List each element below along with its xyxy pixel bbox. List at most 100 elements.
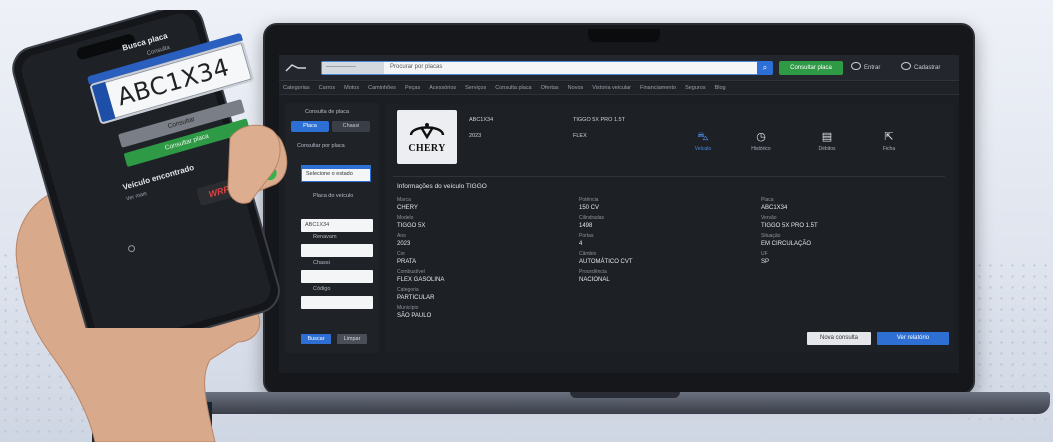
field-value: 4 — [579, 241, 583, 247]
brand-name: CHERY — [408, 142, 446, 154]
car-icon: ⛍ — [697, 131, 709, 143]
action-debts[interactable]: ▤ Débitos — [807, 131, 847, 152]
register-link[interactable]: Cadastrar — [901, 61, 940, 75]
section-divider — [393, 176, 945, 177]
field-value: 2023 — [397, 241, 411, 247]
laptop-screen: ─────── Procurar por placas ⌕ Consultar … — [279, 55, 959, 373]
top-bar: ─────── Procurar por placas ⌕ Consultar … — [279, 55, 959, 81]
detail-field: Portas 4 — [579, 233, 749, 251]
field-value: TIGGO 5X — [397, 223, 426, 229]
user-plus-icon — [901, 62, 911, 70]
search-category[interactable]: ─────── — [322, 62, 384, 74]
detail-field: Placa ABC1X34 — [761, 197, 931, 215]
detail-field: Combustível FLEX GASOLINA — [397, 269, 567, 287]
thumb — [227, 124, 281, 204]
detail-field: Marca CHERY — [397, 197, 567, 215]
laptop-base-notch — [570, 392, 680, 398]
new-search-button[interactable]: Nova consulta — [807, 332, 871, 345]
field-value: 150 CV — [579, 205, 600, 211]
nav-item[interactable]: Blog — [715, 85, 726, 91]
field-label: Procedência — [579, 269, 607, 275]
field-label: Ano — [397, 233, 406, 239]
view-report-button[interactable]: Ver relatório — [877, 332, 949, 345]
detail-field: Modelo TIGGO 5X — [397, 215, 567, 233]
settings-icon[interactable] — [127, 244, 136, 253]
nav-item[interactable]: Motos — [344, 85, 359, 91]
info-fuel: FLEX — [573, 133, 587, 139]
detail-field: UF SP — [761, 251, 931, 269]
field-label: Município — [397, 305, 419, 311]
field-value: PARTICULAR — [397, 295, 435, 301]
info-year: 2023 — [469, 133, 482, 139]
vehicle-detail: CHERY ABC1X34 2023 TIGGO 5X PRO 1.5T FLE… — [385, 103, 953, 353]
field-value: EM CIRCULAÇÃO — [761, 241, 812, 247]
camera-notch — [588, 29, 660, 42]
details-column-2: Potência 150 CV Cilindradas 1498 Portas 4 C… — [579, 197, 749, 287]
nav-item[interactable]: Consulta placa — [495, 85, 531, 91]
register-label: Cadastrar — [914, 65, 941, 71]
user-icon — [851, 62, 861, 70]
nav-item[interactable]: Peças — [405, 85, 420, 91]
tab-chassis[interactable]: Chassi — [332, 121, 370, 132]
action-history[interactable]: ◷ Histórico — [741, 131, 781, 152]
document-icon: ▤ — [821, 131, 833, 143]
detail-field: Categoria PARTICULAR — [397, 287, 567, 305]
action-label: Veículo — [694, 146, 712, 152]
login-label: Entrar — [864, 65, 881, 71]
details-column-3: Placa ABC1X34 Versão TIGGO 5X PRO 1.5T Sit… — [761, 197, 931, 269]
clear-button[interactable]: Limpar — [337, 334, 367, 344]
field-value: 1498 — [579, 223, 593, 229]
nav-item[interactable]: Vistoria veicular — [592, 85, 631, 91]
detail-field: Câmbio AUTOMÁTICO CVT — [579, 251, 749, 269]
search-placeholder: Procurar por placas — [390, 64, 443, 70]
nav-item[interactable]: Caminhões — [368, 85, 396, 91]
action-vehicle[interactable]: ⛍ Veículo — [683, 131, 723, 152]
detail-field: Potência 150 CV — [579, 197, 749, 215]
nav-item[interactable]: Financiamento — [640, 85, 676, 91]
action-report[interactable]: ⇱ Ficha — [869, 131, 909, 152]
field-label: Câmbio — [579, 251, 597, 257]
field-value: NACIONAL — [579, 277, 610, 283]
nav-item[interactable]: Acessórios — [429, 85, 456, 91]
field-label: Placa — [761, 197, 774, 203]
field-label: Cor — [397, 251, 406, 257]
detail-field: Município SÃO PAULO — [397, 305, 567, 323]
field-label: Portas — [579, 233, 594, 239]
detail-field: Cilindradas 1498 — [579, 215, 749, 233]
nav-item[interactable]: Serviços — [465, 85, 486, 91]
field-label: Categoria — [397, 287, 419, 293]
clock-icon: ◷ — [756, 131, 766, 143]
detail-field: Versão TIGGO 5X PRO 1.5T — [761, 215, 931, 233]
details-column-1: Marca CHERY Modelo TIGGO 5X Ano 2023 Cor PRA… — [397, 197, 567, 323]
category-nav: Categorias Carros Motos Caminhões Peças … — [279, 82, 959, 95]
search-input[interactable]: ─────── Procurar por placas — [321, 61, 759, 75]
action-label: Débitos — [818, 146, 836, 152]
nav-item[interactable]: Novos — [568, 85, 584, 91]
nav-item[interactable]: Seguros — [685, 85, 706, 91]
plate-number: ABC1X34 — [114, 52, 233, 112]
field-label: Cilindradas — [579, 215, 605, 221]
brand-logo: CHERY — [397, 110, 457, 164]
phone-result-caption: Veículo encontrado — [121, 162, 196, 192]
nav-item[interactable]: Ofertas — [541, 85, 559, 91]
action-label: Ficha — [882, 146, 896, 152]
login-link[interactable]: Entrar — [851, 61, 880, 75]
phone-result-subcaption[interactable]: Ver mais — [126, 191, 148, 203]
detail-field: Procedência NACIONAL — [579, 269, 749, 287]
field-label: Versão — [761, 215, 777, 221]
field-label: Marca — [397, 197, 411, 203]
field-label: Modelo — [397, 215, 414, 221]
nav-item[interactable]: Carros — [319, 85, 336, 91]
field-value: AUTOMÁTICO CVT — [579, 259, 633, 265]
field-label: Potência — [579, 197, 599, 203]
share-icon: ⇱ — [884, 131, 894, 143]
search-button[interactable]: ⌕ — [757, 61, 773, 75]
detail-field: Situação EM CIRCULAÇÃO — [761, 233, 931, 251]
field-value: CHERY — [397, 205, 418, 211]
field-value: PRATA — [397, 259, 417, 265]
field-label: Situação — [761, 233, 781, 239]
field-label: Combustível — [397, 269, 425, 275]
plate-flag-strip — [91, 81, 116, 123]
consult-plate-button[interactable]: Consultar placa — [779, 61, 843, 75]
field-value: SÃO PAULO — [397, 313, 432, 319]
